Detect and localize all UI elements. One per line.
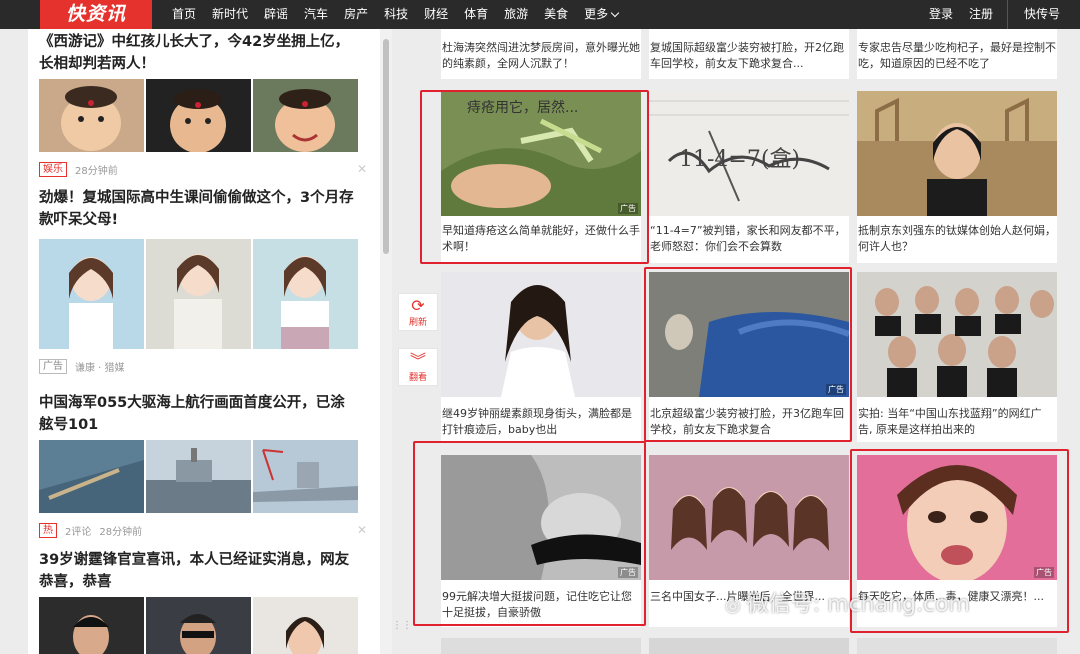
card-image[interactable]: [649, 455, 849, 580]
article-image[interactable]: [39, 79, 144, 152]
chevron-down-icon: [610, 8, 620, 17]
nav-more-button[interactable]: 更多: [584, 0, 620, 29]
grid-card[interactable]: 专家忠告尽量少吃枸杞子，最好是控制不吃，知道原因的已经不吃了: [857, 29, 1057, 79]
article-image[interactable]: [146, 239, 251, 349]
user-links: 登录 注册 快传号: [921, 0, 1080, 29]
nav-item-auto[interactable]: 汽车: [304, 0, 328, 29]
publish-time: 28分钟前: [99, 526, 143, 538]
article-image[interactable]: [146, 440, 251, 513]
card-image[interactable]: [857, 272, 1057, 397]
nav-item-travel[interactable]: 旅游: [504, 0, 528, 29]
nav-item-sports[interactable]: 体育: [464, 0, 488, 29]
refresh-icon: ⟳: [411, 296, 425, 315]
article-images: [39, 597, 359, 654]
hot-tag: 热: [39, 522, 57, 538]
nav-item-rumor[interactable]: 辟谣: [264, 0, 288, 29]
nav-item-new-era[interactable]: 新时代: [212, 0, 248, 29]
watermark-text: 微信号: mchang.com: [746, 592, 970, 617]
article-images: [39, 239, 359, 349]
grid-card[interactable]: 继49岁钟丽缇素颜现身街头，满脸都是打针痕迹后，baby也出: [441, 272, 641, 442]
kuaichuanhao-link[interactable]: 快传号: [1016, 0, 1080, 29]
card-image[interactable]: [441, 638, 641, 654]
card-image[interactable]: 11-4=7(盒): [649, 91, 849, 216]
article-images: [39, 79, 359, 152]
highlight-box: [644, 267, 852, 442]
top-nav-bar: 快资讯 首页 新时代 辟谣 汽车 房产 科技 财经 体育 旅游 美食 更多 登录…: [0, 0, 1080, 29]
ad-source: 谦康 · 猎媒: [75, 362, 125, 374]
grid-card[interactable]: [649, 638, 849, 654]
watermark: ◎ 微信号: mchang.com: [725, 586, 970, 618]
wechat-icon: ◎: [725, 595, 741, 616]
nav-item-house[interactable]: 房产: [344, 0, 368, 29]
card-caption[interactable]: 抵制京东刘强东的钛媒体创始人赵何娟，何许人也？: [857, 223, 1057, 255]
list-item[interactable]: 39岁谢霆锋官宣喜讯，本人已经证实消息，网友恭喜，恭喜: [39, 549, 359, 654]
double-chevron-down-icon: ︾: [409, 351, 426, 370]
ad-tag: 广告: [39, 358, 67, 374]
article-image[interactable]: [253, 239, 358, 349]
grid-card[interactable]: [441, 638, 641, 654]
divider: [1006, 0, 1008, 29]
nav-item-tech[interactable]: 科技: [384, 0, 408, 29]
flip-label: 翻看: [408, 373, 427, 383]
flip-button[interactable]: ︾ 翻看: [398, 348, 438, 386]
refresh-label: 刷新: [408, 318, 427, 328]
nav-item-food[interactable]: 美食: [544, 0, 568, 29]
card-image[interactable]: [857, 91, 1057, 216]
left-news-feed: 《西游记》中红孩儿长大了，今42岁坐拥上亿，长相却判若两人！ 娱乐 28分钟前 …: [28, 29, 380, 654]
card-caption[interactable]: 杜海涛突然闯进沈梦辰房间，意外曝光她的纯素颜，全网人沉默了！: [441, 40, 641, 72]
register-link[interactable]: 注册: [961, 0, 1001, 29]
comment-count: 2评论: [65, 526, 92, 538]
list-item[interactable]: 中国海军055大驱海上航行画面首度公开，已涂舷号101 热 2评论 28分钟前 …: [39, 392, 367, 538]
article-title[interactable]: 39岁谢霆锋官宣喜讯，本人已经证实消息，网友恭喜，恭喜: [39, 549, 359, 593]
main-nav: 首页 新时代 辟谣 汽车 房产 科技 财经 体育 旅游 美食 更多: [172, 0, 634, 29]
article-image[interactable]: [39, 440, 144, 513]
card-image[interactable]: [441, 272, 641, 397]
list-item[interactable]: 劲爆！复城国际高中生课间偷偷做这个，3个月存款吓呆父母! 广告 谦康 · 猎媒: [39, 187, 359, 374]
refresh-button[interactable]: ⟳ 刷新: [398, 293, 438, 331]
article-image[interactable]: [146, 597, 251, 654]
grid-card[interactable]: [857, 638, 1057, 654]
category-tag: 娱乐: [39, 161, 67, 177]
card-caption[interactable]: 实拍: 当年“中国山东找蓝翔”的网红广告, 原来是这样拍出来的: [857, 406, 1057, 438]
article-image[interactable]: [39, 239, 144, 349]
article-image[interactable]: [253, 597, 358, 654]
card-caption[interactable]: “11-4=7”被判错，家长和网友都不平，老师怒怼：你们会不会算数: [649, 223, 849, 255]
drag-handle-icon[interactable]: ⋮⋮: [392, 620, 412, 644]
card-image[interactable]: [649, 638, 849, 654]
article-meta: 娱乐 28分钟前 ✕: [39, 161, 367, 177]
article-images: [39, 440, 359, 513]
article-title[interactable]: 中国海军055大驱海上航行画面首度公开，已涂舷号101: [39, 392, 359, 436]
site-logo[interactable]: 快资讯: [40, 0, 152, 29]
card-caption[interactable]: 复城国际超级富少装穷被打脸，开2亿跑车回学校，前女友下跪求复合...: [649, 40, 849, 72]
grid-card[interactable]: 复城国际超级富少装穷被打脸，开2亿跑车回学校，前女友下跪求复合...: [649, 29, 849, 79]
article-title[interactable]: 劲爆！复城国际高中生课间偷偷做这个，3个月存款吓呆父母!: [39, 187, 359, 231]
image-overlay-text: 11-4=7(盒): [679, 147, 801, 172]
grid-card[interactable]: 实拍: 当年“中国山东找蓝翔”的网红广告, 原来是这样拍出来的: [857, 272, 1057, 442]
card-caption[interactable]: 继49岁钟丽缇素颜现身街头，满脸都是打针痕迹后，baby也出: [441, 406, 641, 438]
highlight-box: [420, 90, 649, 264]
login-link[interactable]: 登录: [921, 0, 961, 29]
article-image[interactable]: [39, 597, 144, 654]
grid-card[interactable]: 杜海涛突然闯进沈梦辰房间，意外曝光她的纯素颜，全网人沉默了！: [441, 29, 641, 79]
grid-card[interactable]: 抵制京东刘强东的钛媒体创始人赵何娟，何许人也？: [857, 91, 1057, 263]
grid-card[interactable]: 11-4=7(盒) “11-4=7”被判错，家长和网友都不平，老师怒怼：你们会不…: [649, 91, 849, 263]
article-title[interactable]: 《西游记》中红孩儿长大了，今42岁坐拥上亿，长相却判若两人！: [39, 31, 359, 75]
card-caption[interactable]: 专家忠告尽量少吃枸杞子，最好是控制不吃，知道原因的已经不吃了: [857, 40, 1057, 72]
article-image[interactable]: [253, 79, 358, 152]
highlight-box: [413, 441, 646, 626]
left-scrollbar[interactable]: [380, 29, 392, 654]
nav-item-home[interactable]: 首页: [172, 0, 196, 29]
nav-more-label: 更多: [584, 7, 609, 21]
list-item[interactable]: 《西游记》中红孩儿长大了，今42岁坐拥上亿，长相却判若两人！ 娱乐 28分钟前 …: [39, 31, 367, 177]
article-meta: 广告 谦康 · 猎媒: [39, 358, 359, 374]
publish-time: 28分钟前: [75, 165, 118, 177]
article-meta: 热 2评论 28分钟前 ✕: [39, 522, 367, 538]
article-image[interactable]: [253, 440, 358, 513]
article-image[interactable]: [146, 79, 251, 152]
card-image[interactable]: [857, 638, 1057, 654]
close-icon[interactable]: ✕: [357, 523, 367, 537]
scrollbar-thumb[interactable]: [383, 39, 389, 254]
nav-item-finance[interactable]: 财经: [424, 0, 448, 29]
close-icon[interactable]: ✕: [357, 162, 367, 176]
